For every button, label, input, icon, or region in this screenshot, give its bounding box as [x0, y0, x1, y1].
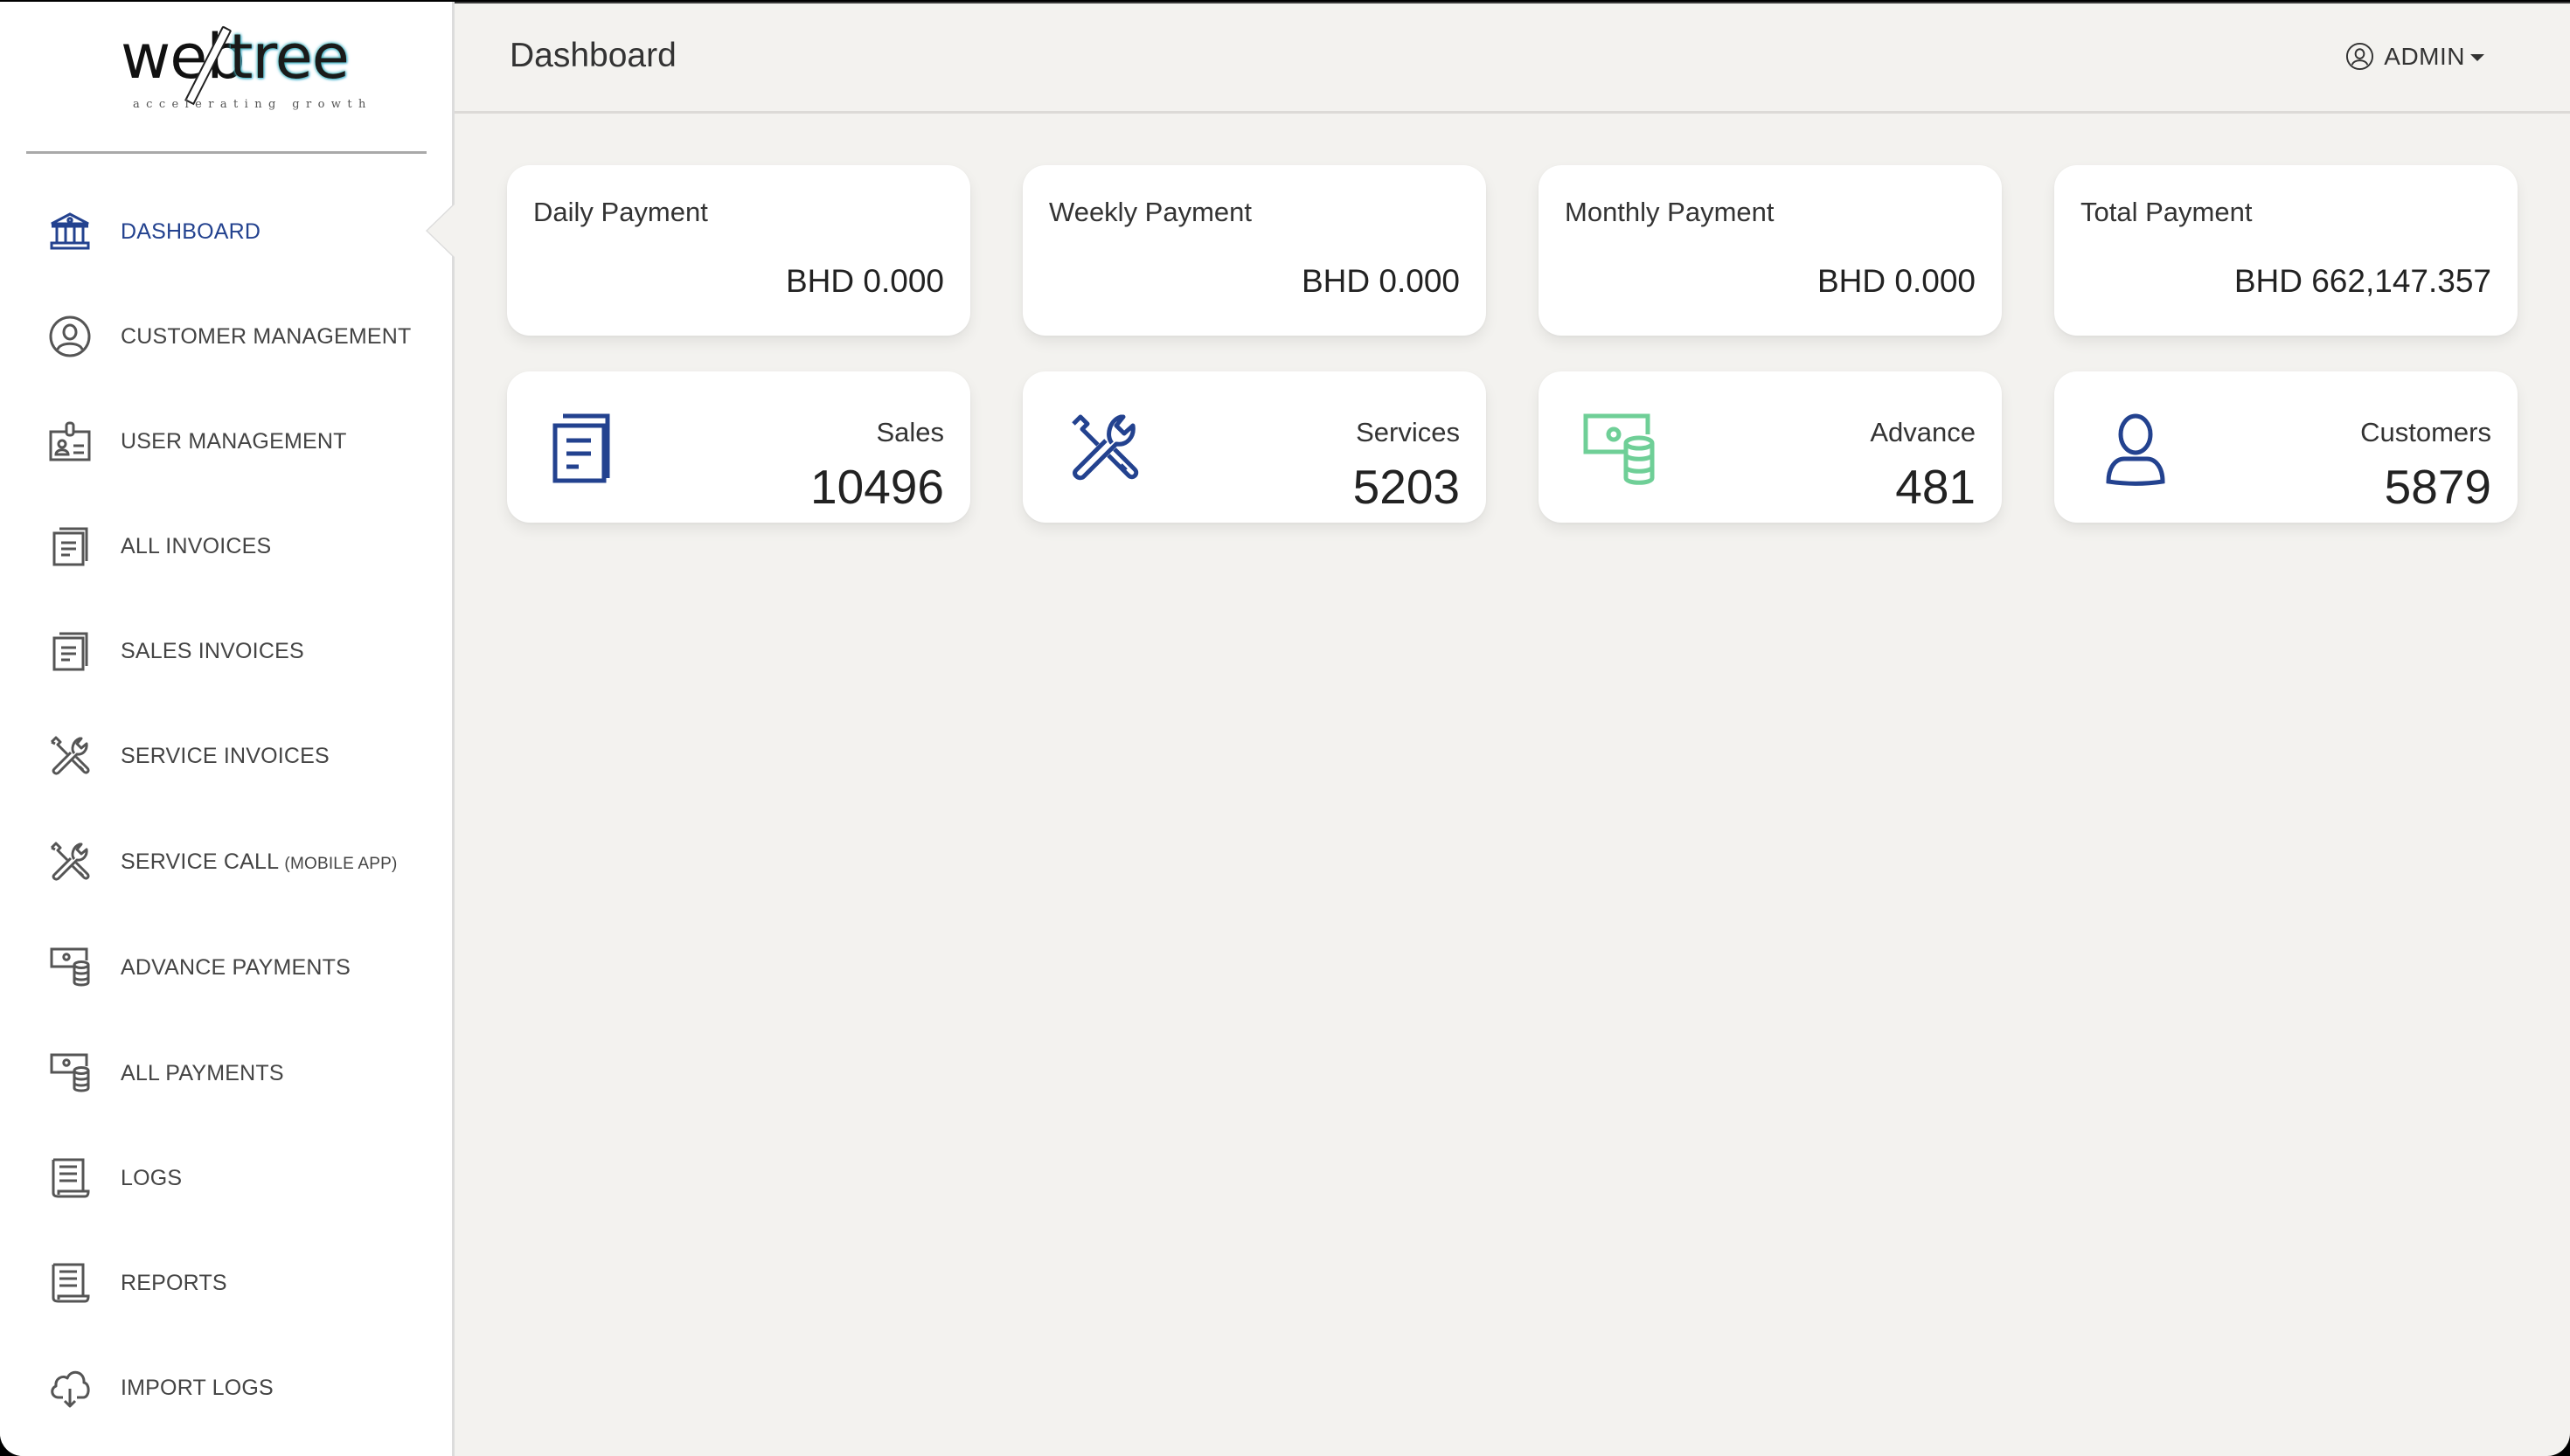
top-header: Dashboard ADMIN — [455, 2, 2570, 114]
sidebar-item-label: Service Call (Mobile App) — [121, 849, 398, 875]
sidebar-item-all-payments[interactable]: All Payments — [0, 1034, 452, 1113]
customers-stat-card[interactable]: Customers 5879 — [2054, 371, 2518, 523]
stat-value: 10496 — [810, 460, 944, 514]
money-coins-icon — [48, 946, 92, 989]
active-item-indicator — [427, 205, 455, 257]
sidebar-item-sales-invoices[interactable]: Sales Invoices — [0, 612, 452, 690]
sidebar-item-dashboard[interactable]: Dashboard — [0, 192, 452, 271]
sidebar-item-label: Customer Management — [121, 323, 412, 349]
stat-value: 5879 — [2384, 460, 2491, 514]
sidebar: web tree accelerating growth DASHBOARD C… — [0, 2, 455, 1456]
sales-stat-card[interactable]: Sales 10496 — [507, 371, 970, 523]
scroll-icon — [48, 1156, 92, 1200]
card-value: BHD 662,147.357 — [2233, 263, 2491, 299]
card-value: BHD 0.000 — [1817, 263, 1976, 299]
sidebar-item-advance-payments[interactable]: Advance Payments — [0, 928, 452, 1007]
sidebar-item-label: Reports — [121, 1270, 227, 1295]
sidebar-item-import-logs[interactable]: Import Logs — [0, 1349, 452, 1427]
stat-label: Customers — [2360, 417, 2491, 447]
documents-icon — [48, 629, 92, 673]
card-title: Weekly Payment — [1049, 197, 1253, 227]
tools-icon — [1065, 408, 1143, 487]
stat-label: Services — [1356, 417, 1460, 447]
card-title: Total Payment — [2080, 197, 2253, 227]
app-window: web tree accelerating growth DASHBOARD C… — [0, 2, 2570, 1456]
services-stat-card[interactable]: Services 5203 — [1023, 371, 1486, 523]
sidebar-item-sublabel: (Mobile App) — [284, 854, 398, 873]
caret-down-icon — [2470, 53, 2484, 61]
money-coins-icon — [48, 1051, 92, 1095]
weekly-payment-card: Weekly Payment BHD 0.000 — [1023, 165, 1486, 336]
sidebar-item-logs[interactable]: Logs — [0, 1139, 452, 1217]
logo-tagline: accelerating growth — [133, 98, 372, 111]
sidebar-item-user-management[interactable]: User Management — [0, 402, 452, 481]
documents-icon — [48, 524, 92, 568]
sidebar-item-service-invoices[interactable]: Service Invoices — [0, 717, 452, 795]
tools-icon — [48, 840, 92, 884]
stat-label: Advance — [1870, 417, 1976, 447]
money-coins-icon — [1580, 408, 1659, 487]
sidebar-item-reports[interactable]: Reports — [0, 1244, 452, 1322]
sidebar-item-all-invoices[interactable]: All Invoices — [0, 507, 452, 586]
stat-value: 481 — [1895, 460, 1976, 514]
user-icon — [2096, 408, 2175, 487]
logo-word-tree: tree — [229, 21, 350, 93]
sidebar-item-label: All Invoices — [121, 533, 272, 558]
id-badge-icon — [48, 419, 92, 463]
page-title: Dashboard — [510, 37, 677, 74]
cloud-download-icon — [48, 1366, 92, 1410]
stat-label: Sales — [876, 417, 944, 447]
tools-icon — [48, 734, 92, 778]
user-menu-dropdown[interactable]: ADMIN — [2345, 42, 2484, 71]
sidebar-item-label: Sales Invoices — [121, 638, 304, 663]
sidebar-item-label: Import Logs — [121, 1375, 274, 1400]
sidebar-item-label: Advance Payments — [121, 954, 351, 980]
documents-icon — [549, 408, 628, 487]
bank-icon — [48, 210, 92, 253]
sidebar-divider — [26, 151, 427, 154]
sidebar-item-customer-management[interactable]: Customer Management — [0, 297, 452, 376]
user-circle-icon — [48, 315, 92, 358]
monthly-payment-card: Monthly Payment BHD 0.000 — [1539, 165, 2002, 336]
stat-value: 5203 — [1352, 460, 1460, 514]
card-title: Monthly Payment — [1565, 197, 1775, 227]
card-value: BHD 0.000 — [1302, 263, 1460, 299]
user-name: ADMIN — [2384, 42, 2465, 70]
sidebar-item-service-call[interactable]: Service Call (Mobile App) — [0, 822, 452, 901]
brand-logo[interactable]: web tree accelerating growth — [115, 25, 365, 119]
advance-stat-card[interactable]: Advance 481 — [1539, 371, 2002, 523]
sidebar-item-label: User Management — [121, 428, 347, 454]
total-payment-card: Total Payment BHD 662,147.357 — [2054, 165, 2518, 336]
daily-payment-card: Daily Payment BHD 0.000 — [507, 165, 970, 336]
sidebar-item-label: Service Invoices — [121, 743, 330, 768]
user-circle-icon — [2346, 42, 2374, 71]
card-title: Daily Payment — [533, 197, 708, 227]
sidebar-item-label: All Payments — [121, 1060, 284, 1085]
scroll-icon — [48, 1261, 92, 1305]
sidebar-item-label: Dashboard — [121, 218, 261, 244]
card-value: BHD 0.000 — [786, 263, 944, 299]
sidebar-item-label-main: Service Call — [121, 849, 279, 874]
sidebar-item-label: Logs — [121, 1165, 183, 1190]
